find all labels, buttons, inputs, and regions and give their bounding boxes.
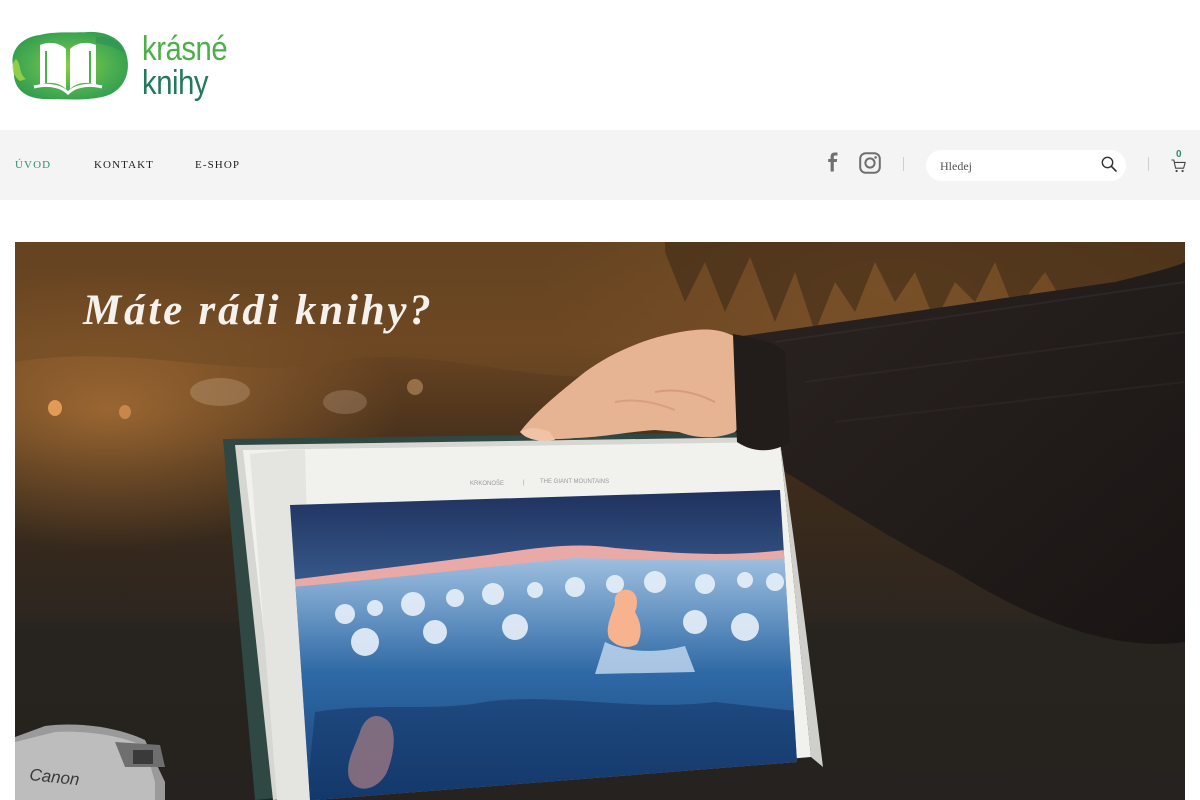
- svg-text:KRKONOŠE: KRKONOŠE: [470, 480, 504, 487]
- search-box: [926, 150, 1126, 181]
- site-header: krásné knihy: [0, 0, 1200, 130]
- instagram-icon[interactable]: [859, 152, 881, 174]
- nav-item-eshop[interactable]: E-SHOP: [195, 159, 240, 171]
- svg-text:THE GIANT MOUNTAINS: THE GIANT MOUNTAINS: [540, 479, 609, 485]
- search-icon[interactable]: [1101, 156, 1117, 172]
- nav-divider: [903, 157, 904, 171]
- nav-item-uvod[interactable]: ÚVOD: [15, 159, 51, 171]
- logo-link[interactable]: krásné knihy: [6, 28, 316, 102]
- search-input[interactable]: [940, 157, 1100, 175]
- hero-title: Máte rádi knihy?: [83, 287, 434, 334]
- nav-item-kontakt[interactable]: KONTAKT: [94, 159, 154, 171]
- cart-icon[interactable]: [1171, 159, 1186, 173]
- brand-name-part2: knihy: [142, 64, 209, 102]
- hero-banner[interactable]: KRKONOŠE | THE GIANT MOUNTAINS Canon Mát…: [15, 242, 1185, 800]
- brand-name-part1: krásné: [142, 30, 228, 68]
- brand-name: krásné knihy: [142, 30, 292, 100]
- book-logo-icon: [6, 29, 130, 101]
- facebook-icon[interactable]: [826, 152, 840, 172]
- nav-divider-2: [1148, 157, 1149, 171]
